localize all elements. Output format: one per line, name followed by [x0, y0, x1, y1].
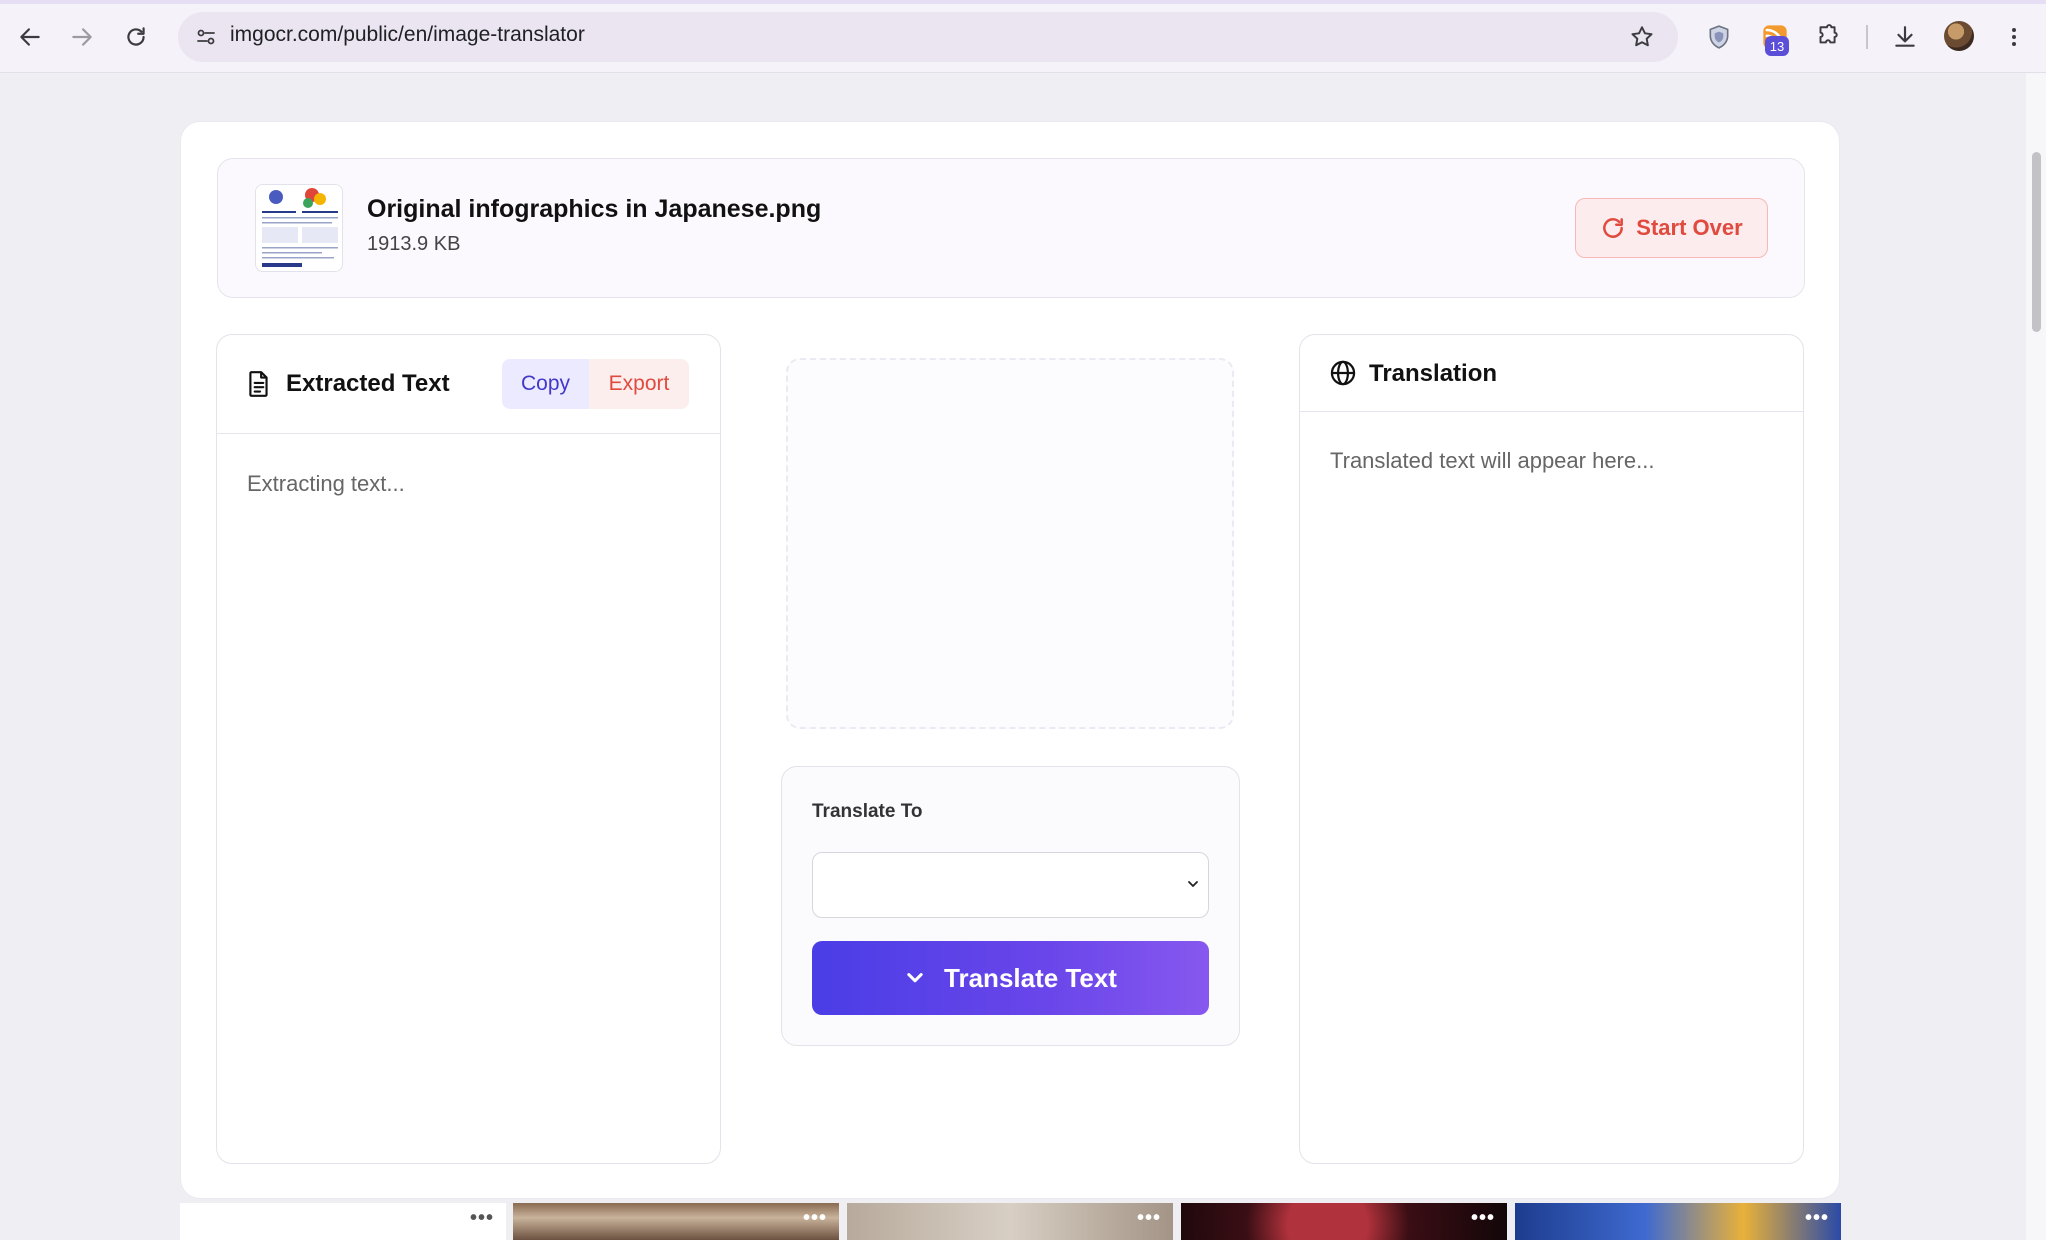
target-language-select[interactable] [812, 852, 1209, 918]
browser-menu-button[interactable] [1994, 17, 2034, 57]
document-icon [244, 369, 274, 399]
profile-avatar[interactable] [1944, 21, 1974, 51]
file-size: 1913.9 KB [367, 233, 461, 255]
forward-button[interactable] [59, 14, 105, 60]
translate-to-label: Translate To [812, 801, 923, 822]
start-over-button[interactable]: Start Over [1575, 198, 1768, 258]
translation-output: Translated text will appear here... [1330, 448, 1655, 473]
extracted-text-panel [216, 334, 721, 1164]
tune-icon [197, 29, 215, 45]
file-info-bar [217, 158, 1805, 298]
translate-text-button[interactable]: Translate Text [812, 941, 1209, 1015]
gallery-tile[interactable]: ••• [1515, 1203, 1841, 1240]
gallery-tile[interactable]: ••• [847, 1203, 1173, 1240]
file-name: Original infographics in Japanese.png [367, 195, 822, 223]
reload-button[interactable] [113, 14, 159, 60]
gallery-tile[interactable]: ••• [1181, 1203, 1507, 1240]
bookmark-button[interactable] [1624, 19, 1660, 55]
extensions-button[interactable] [1807, 17, 1847, 57]
image-preview-area [786, 358, 1234, 729]
reload-icon [127, 27, 145, 46]
panel-divider [217, 433, 720, 434]
kebab-menu-icon [2012, 28, 2016, 46]
site-info-button[interactable] [188, 19, 224, 55]
arrow-left-icon [20, 28, 40, 46]
more-options-icon[interactable]: ••• [803, 1207, 827, 1230]
more-options-icon[interactable]: ••• [470, 1207, 494, 1230]
url-text[interactable]: imgocr.com/public/en/image-translator [230, 23, 585, 47]
more-options-icon[interactable]: ••• [1137, 1207, 1161, 1230]
gallery-tile[interactable]: ••• [513, 1203, 839, 1240]
chevron-down-icon [907, 973, 923, 983]
extracted-text-title: Extracted Text [286, 370, 450, 397]
infographic-thumbnail-icon [256, 185, 342, 271]
globe-icon [1329, 359, 1357, 387]
refresh-icon [1603, 218, 1624, 238]
more-options-icon[interactable]: ••• [1805, 1207, 1829, 1230]
copy-button[interactable]: Copy [502, 359, 589, 409]
shield-icon [1709, 25, 1729, 49]
extension-badge: 13 [1765, 36, 1789, 56]
more-options-icon[interactable]: ••• [1471, 1207, 1495, 1230]
gallery-tile[interactable]: ••• [180, 1203, 506, 1240]
arrow-right-icon [72, 28, 92, 46]
star-icon [1631, 26, 1653, 47]
translation-title: Translation [1369, 360, 1498, 387]
panel-divider [1300, 411, 1803, 412]
shield-extension-button[interactable] [1699, 17, 1739, 57]
toolbar-divider [1866, 25, 1868, 49]
scrollbar-thumb[interactable] [2032, 152, 2041, 332]
export-button[interactable]: Export [589, 359, 689, 409]
back-button[interactable] [7, 14, 53, 60]
downloads-button[interactable] [1885, 17, 1925, 57]
start-over-label: Start Over [1636, 215, 1743, 240]
translate-text-label: Translate Text [944, 962, 1117, 993]
file-thumbnail [255, 184, 343, 272]
puzzle-icon [1819, 24, 1838, 44]
download-icon [1895, 26, 1915, 47]
extracted-text-status: Extracting text... [247, 471, 405, 496]
tab-strip [0, 0, 2046, 4]
chevron-down-icon [1183, 874, 1203, 894]
